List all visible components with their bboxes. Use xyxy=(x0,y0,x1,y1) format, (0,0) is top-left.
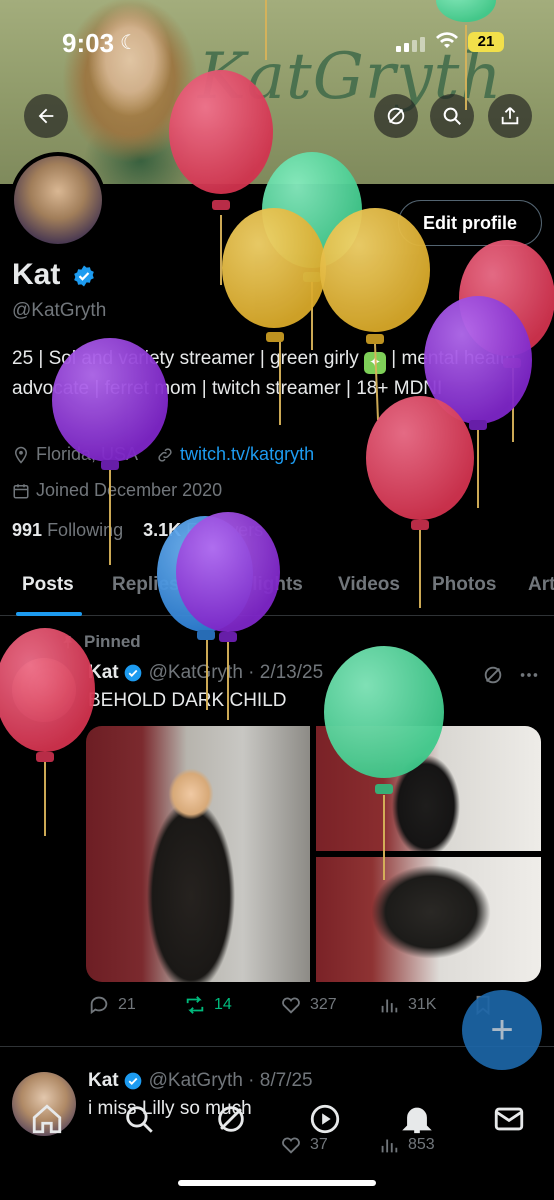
sparkle-icon: ✦ xyxy=(364,352,387,374)
back-button[interactable] xyxy=(24,94,68,138)
repost-icon xyxy=(186,996,204,1014)
wifi-icon xyxy=(436,32,458,56)
followers-link[interactable]: 3.1K Followers xyxy=(143,520,263,540)
status-bar: 9:03 ☾ 21 xyxy=(0,26,554,60)
bell-icon[interactable] xyxy=(400,1102,434,1136)
calendar-icon xyxy=(13,483,29,498)
followers-count: 3.1K xyxy=(143,520,182,540)
home-icon[interactable] xyxy=(30,1102,64,1136)
bio-text-start: 25 | Sol and variety streamer | green gi… xyxy=(12,348,365,369)
tab-photos[interactable]: Photos xyxy=(432,574,496,596)
search-icon xyxy=(443,107,461,125)
bottom-navigation xyxy=(0,1088,554,1148)
post-text: BEHOLD DARK CHILD xyxy=(88,690,287,711)
verified-badge-icon xyxy=(124,664,141,682)
hide-icon xyxy=(387,107,405,125)
profile-joined: Joined December 2020 xyxy=(12,480,222,501)
home-indicator xyxy=(178,1180,376,1186)
follow-stats: 991 Following 3.1K Followers xyxy=(12,520,263,541)
active-tab-indicator xyxy=(16,612,82,616)
play-icon[interactable] xyxy=(308,1102,342,1136)
repost-button[interactable]: 14 xyxy=(184,994,232,1016)
search-button[interactable] xyxy=(430,94,474,138)
profile-bio: 25 | Sol and variety streamer | green gi… xyxy=(12,344,532,404)
profile-tabs: Posts Replies Highlights Videos Photos A… xyxy=(0,566,554,616)
following-label: Following xyxy=(47,520,124,540)
tab-posts[interactable]: Posts xyxy=(22,574,74,596)
share-button[interactable] xyxy=(488,94,532,138)
profile-meta-row: Florida, USA twitch.tv/katgryth xyxy=(12,444,314,465)
tab-art[interactable]: Art xyxy=(528,574,554,596)
pinned-label: Pinned xyxy=(60,632,141,652)
status-time: 9:03 xyxy=(62,28,115,58)
back-arrow-icon xyxy=(38,108,54,124)
post-handle-date: @KatGryth · 2/13/25 xyxy=(148,662,324,683)
profile-handle: @KatGryth xyxy=(12,300,107,321)
mail-icon[interactable] xyxy=(492,1102,526,1136)
hide-button[interactable] xyxy=(374,94,418,138)
like-button[interactable]: 327 xyxy=(280,994,337,1016)
followers-label: Followers xyxy=(186,520,264,540)
views-button[interactable]: 31K xyxy=(378,994,436,1016)
profile-location: Florida, USA xyxy=(36,444,139,464)
post-avatar[interactable] xyxy=(12,658,76,722)
balloon xyxy=(176,512,280,720)
like-icon xyxy=(282,997,300,1014)
post-header: Kat @KatGryth · 2/13/25 xyxy=(88,662,323,684)
tab-highlights[interactable]: Highlights xyxy=(210,574,303,596)
hide-icon[interactable] xyxy=(482,664,504,686)
search-icon[interactable] xyxy=(122,1102,156,1136)
edit-profile-button[interactable]: Edit profile xyxy=(398,200,542,246)
tab-videos[interactable]: Videos xyxy=(338,574,400,596)
focus-moon-icon: ☾ xyxy=(120,32,138,54)
profile-avatar[interactable] xyxy=(10,152,106,248)
reply-icon xyxy=(90,996,108,1015)
grok-icon[interactable] xyxy=(214,1102,248,1136)
profile-name: Kat xyxy=(12,258,61,291)
profile-website-link[interactable]: twitch.tv/katgryth xyxy=(180,444,314,465)
tab-replies[interactable]: Replies xyxy=(112,574,180,596)
views-icon xyxy=(381,999,398,1013)
cellular-signal-icon xyxy=(396,36,426,52)
more-icon[interactable] xyxy=(518,664,540,686)
post-author-name[interactable]: Kat xyxy=(88,662,119,684)
battery-indicator: 21 xyxy=(468,32,504,52)
post-image[interactable] xyxy=(316,726,541,851)
post-image[interactable] xyxy=(86,726,310,982)
pin-icon xyxy=(63,636,73,649)
location-icon xyxy=(14,446,28,464)
compose-button[interactable]: + xyxy=(462,990,542,1070)
verified-badge-icon[interactable] xyxy=(72,264,96,288)
compose-icon: + xyxy=(490,1008,514,1052)
link-icon xyxy=(158,447,172,462)
reply-button[interactable]: 21 xyxy=(88,994,136,1016)
share-icon xyxy=(501,107,519,125)
post-media-grid xyxy=(86,726,541,982)
following-count: 991 xyxy=(12,520,43,540)
joined-date: Joined December 2020 xyxy=(36,480,223,500)
post-image[interactable] xyxy=(316,857,541,982)
balloon xyxy=(459,240,554,442)
following-link[interactable]: 991 Following xyxy=(12,520,123,540)
